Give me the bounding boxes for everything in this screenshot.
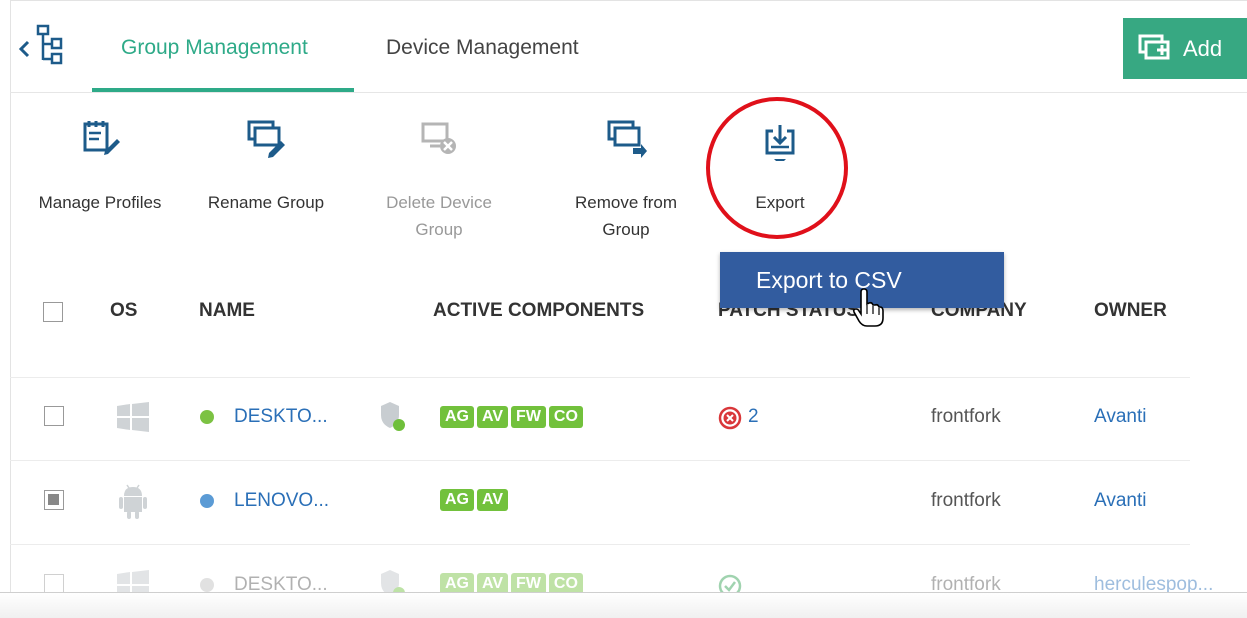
active-components: AG AV (440, 489, 509, 511)
export-highlight-circle (706, 97, 848, 239)
delete-device-group-button[interactable]: Delete Device Group (374, 118, 504, 243)
rename-group-button[interactable]: Rename Group (196, 118, 336, 216)
company-name: frontfork (931, 490, 1001, 511)
component-badge: FW (511, 406, 546, 428)
column-header-active-components[interactable]: ACTIVE COMPONENTS (433, 300, 644, 322)
shield-icon (381, 402, 405, 431)
add-button-label: Add (1183, 35, 1223, 61)
row-divider (10, 460, 1190, 461)
add-device-icon (1138, 34, 1170, 59)
column-header-owner[interactable]: OWNER (1094, 300, 1167, 322)
device-name-link[interactable]: LENOVO... (234, 490, 329, 512)
manage-profiles-label: Manage Profiles (38, 193, 162, 212)
windows-icon (117, 402, 149, 432)
component-badge: AG (440, 489, 474, 511)
manage-profiles-button[interactable]: Manage Profiles (22, 118, 178, 216)
device-name-link[interactable]: DESKTO... (234, 406, 328, 428)
component-badge: AG (440, 406, 474, 428)
offline-status-dot (200, 578, 214, 592)
row-checkbox[interactable] (44, 490, 64, 510)
remove-from-group-label: Remove from Group (574, 193, 678, 239)
online-status-dot (200, 410, 214, 424)
torn-edge (0, 592, 1247, 618)
component-badge: AV (477, 406, 509, 428)
row-divider (10, 377, 1190, 378)
active-components: AG AV FW CO (440, 406, 583, 428)
component-badge: CO (548, 406, 583, 428)
select-all-checkbox[interactable] (43, 302, 63, 322)
owner-link[interactable]: Avanti (1094, 490, 1146, 512)
hand-cursor-icon (852, 288, 884, 333)
collapse-tree-icon[interactable] (14, 22, 74, 68)
column-header-os[interactable]: OS (110, 300, 137, 322)
tab-device-management[interactable]: Device Management (386, 36, 579, 60)
delete-device-group-label: Delete Device Group (386, 193, 492, 239)
android-icon (119, 484, 147, 519)
patch-count[interactable]: 2 (748, 406, 759, 428)
error-circle-icon (718, 406, 742, 430)
column-header-name[interactable]: NAME (199, 300, 255, 322)
remove-from-group-icon (607, 120, 647, 158)
row-divider (10, 544, 1190, 545)
row-checkbox[interactable] (44, 406, 64, 426)
row-checkbox[interactable] (44, 574, 64, 594)
rename-group-label: Rename Group (207, 193, 325, 212)
delete-group-icon (421, 122, 456, 154)
add-device-button[interactable]: Add (1123, 18, 1247, 79)
remove-from-group-button[interactable]: Remove from Group (562, 118, 690, 243)
component-badge: AV (477, 489, 509, 511)
tab-group-management[interactable]: Group Management (121, 36, 308, 60)
company-name: frontfork (931, 406, 1001, 427)
rename-group-icon (247, 120, 285, 158)
manage-profiles-icon (83, 121, 120, 155)
owner-link[interactable]: Avanti (1094, 406, 1146, 428)
online-status-dot (200, 494, 214, 508)
nav-divider (10, 92, 1247, 93)
